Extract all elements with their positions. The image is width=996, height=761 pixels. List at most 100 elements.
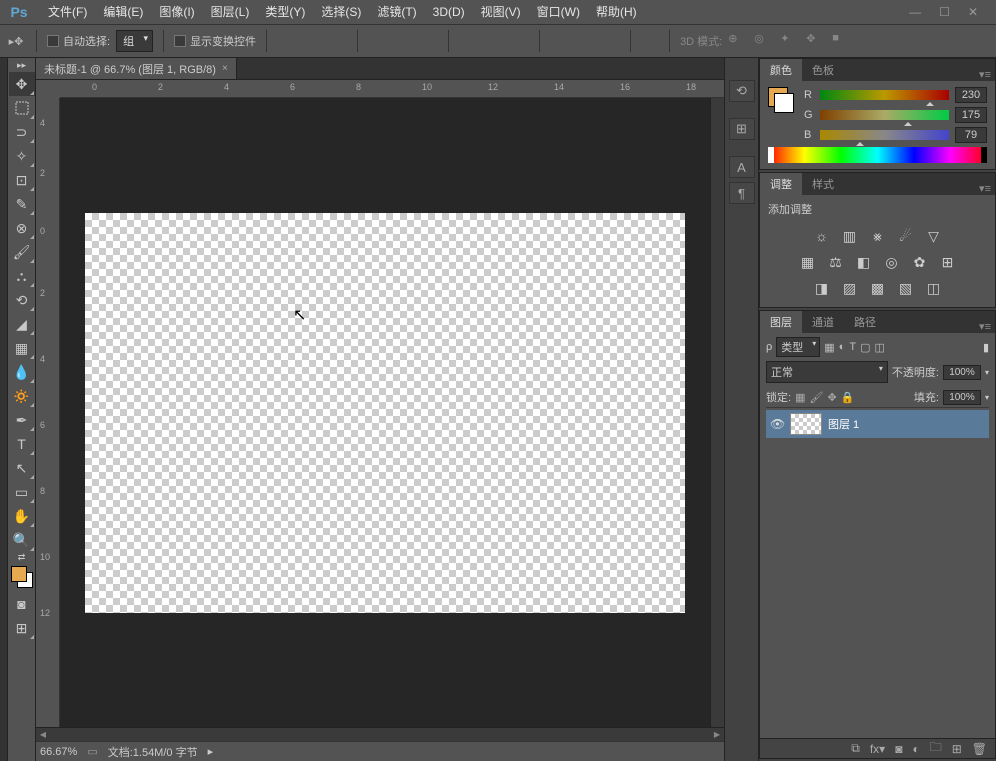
color-spectrum[interactable] xyxy=(768,147,987,163)
shape-tool[interactable]: ▭ xyxy=(9,480,35,504)
maximize-icon[interactable]: ☐ xyxy=(939,5,950,19)
invert-icon[interactable]: ◨ xyxy=(813,279,831,297)
vibrance-icon[interactable]: ▽ xyxy=(925,227,943,245)
layer-thumbnail[interactable] xyxy=(790,413,822,435)
menu-view[interactable]: 视图(V) xyxy=(473,0,529,24)
pen-tool[interactable]: ✒ xyxy=(9,408,35,432)
lock-all-icon[interactable]: 🔒 xyxy=(841,391,855,404)
collapse-icon[interactable]: ▸▸ xyxy=(9,58,35,72)
hue-icon[interactable]: ▦ xyxy=(799,253,817,271)
adjustments-tab[interactable]: 调整 xyxy=(760,173,802,195)
filter-type-select[interactable]: 类型 xyxy=(776,337,820,357)
healing-brush-tool[interactable]: ⊗ xyxy=(9,216,35,240)
menu-image[interactable]: 图像(I) xyxy=(151,0,202,24)
color-swap-icon[interactable]: ⇄ xyxy=(9,552,35,562)
g-value[interactable]: 175 xyxy=(955,107,987,123)
filter-toggle-icon[interactable]: ▮ xyxy=(983,341,989,354)
r-value[interactable]: 230 xyxy=(955,87,987,103)
layer-name[interactable]: 图层 1 xyxy=(828,416,859,432)
g-slider[interactable] xyxy=(820,110,949,120)
history-brush-tool[interactable]: ⟲ xyxy=(9,288,35,312)
tool-dock-edge[interactable] xyxy=(0,58,8,761)
fill-dropdown-icon[interactable]: ▾ xyxy=(985,393,989,402)
close-icon[interactable]: ✕ xyxy=(968,5,978,19)
show-transform-check[interactable]: 显示变换控件 xyxy=(174,33,256,49)
link-layers-icon[interactable]: ⧉ xyxy=(851,741,860,756)
b-value[interactable]: 79 xyxy=(955,127,987,143)
layer-row[interactable]: 👁 图层 1 xyxy=(766,410,989,438)
character-panel-icon[interactable]: A xyxy=(729,156,755,178)
lock-position-icon[interactable]: ✥ xyxy=(827,391,836,404)
menu-file[interactable]: 文件(F) xyxy=(40,0,95,24)
menu-select[interactable]: 选择(S) xyxy=(313,0,369,24)
scrollbar-horizontal[interactable]: ◀ ▶ xyxy=(36,727,724,741)
layers-tab[interactable]: 图层 xyxy=(760,311,802,333)
checkbox-icon[interactable] xyxy=(174,35,186,47)
filter-type-icon[interactable]: T xyxy=(849,341,856,354)
hand-tool[interactable]: ✋ xyxy=(9,504,35,528)
layer-mask-icon[interactable]: ◙ xyxy=(895,742,902,756)
threshold-icon[interactable]: ▩ xyxy=(869,279,887,297)
menu-layer[interactable]: 图层(L) xyxy=(203,0,258,24)
tab-close-icon[interactable]: × xyxy=(222,63,228,74)
background-swatch[interactable] xyxy=(774,93,794,113)
doc-size-icon[interactable]: ▭ xyxy=(87,745,97,758)
panel-menu-icon[interactable]: ▾≡ xyxy=(975,182,995,195)
doc-info[interactable]: 文档:1.54M/0 字节 xyxy=(108,744,198,760)
minimize-icon[interactable]: — xyxy=(909,5,921,19)
photo-filter-icon[interactable]: ◎ xyxy=(883,253,901,271)
document-tab[interactable]: 未标题-1 @ 66.7% (图层 1, RGB/8) × xyxy=(36,58,237,79)
new-layer-icon[interactable]: ⊞ xyxy=(952,742,962,756)
status-flyout-icon[interactable]: ▸ xyxy=(208,745,214,758)
magic-wand-tool[interactable]: ✧ xyxy=(9,144,35,168)
visibility-toggle-icon[interactable]: 👁 xyxy=(770,417,784,431)
r-slider[interactable] xyxy=(820,90,949,100)
crop-tool[interactable]: ⊡ xyxy=(9,168,35,192)
checkbox-icon[interactable] xyxy=(47,35,59,47)
lasso-tool[interactable]: ⊃ xyxy=(9,120,35,144)
fill-value[interactable]: 100% xyxy=(943,390,981,405)
color-tab[interactable]: 颜色 xyxy=(760,59,802,81)
brush-tool[interactable]: 🖌 xyxy=(9,240,35,264)
quickmask-tool[interactable]: ◙ xyxy=(9,592,35,616)
opacity-value[interactable]: 100% xyxy=(943,365,981,380)
menu-3d[interactable]: 3D(D) xyxy=(425,0,473,24)
filter-pixel-icon[interactable]: ▦ xyxy=(824,341,834,354)
zoom-level[interactable]: 66.67% xyxy=(40,746,77,758)
marquee-tool[interactable] xyxy=(9,96,35,120)
color-swatches[interactable] xyxy=(768,87,794,113)
panel-menu-icon[interactable]: ▾≡ xyxy=(975,320,995,333)
menu-help[interactable]: 帮助(H) xyxy=(588,0,645,24)
selective-color-icon[interactable]: ◫ xyxy=(925,279,943,297)
move-tool[interactable]: ✥ xyxy=(9,72,35,96)
path-select-tool[interactable]: ↖ xyxy=(9,456,35,480)
auto-select-check[interactable]: 自动选择: xyxy=(47,33,110,49)
channel-mixer-icon[interactable]: ✿ xyxy=(911,253,929,271)
swatches-tab[interactable]: 色板 xyxy=(802,59,844,81)
b-slider[interactable] xyxy=(820,130,949,140)
blend-mode-select[interactable]: 正常 xyxy=(766,361,888,383)
canvas-viewport[interactable]: ↖ xyxy=(60,98,710,727)
type-tool[interactable]: T xyxy=(9,432,35,456)
bw-icon[interactable]: ◧ xyxy=(855,253,873,271)
curves-icon[interactable]: ⨳ xyxy=(869,227,887,245)
brightness-icon[interactable]: ☼ xyxy=(813,227,831,245)
menu-edit[interactable]: 编辑(E) xyxy=(95,0,151,24)
scroll-right-icon[interactable]: ▶ xyxy=(710,728,724,742)
clone-stamp-tool[interactable]: ⛬ xyxy=(9,264,35,288)
levels-icon[interactable]: ▥ xyxy=(841,227,859,245)
paragraph-panel-icon[interactable]: ¶ xyxy=(729,182,755,204)
filter-smart-icon[interactable]: ◫ xyxy=(874,341,884,354)
gradient-tool[interactable]: ▦ xyxy=(9,336,35,360)
filter-shape-icon[interactable]: ▢ xyxy=(860,341,870,354)
screenmode-tool[interactable]: ⊞ xyxy=(9,616,35,640)
gradient-map-icon[interactable]: ▧ xyxy=(897,279,915,297)
layer-list[interactable]: 👁 图层 1 xyxy=(766,410,989,734)
adjustment-layer-icon[interactable]: ◐ xyxy=(912,742,919,756)
foreground-swatch[interactable] xyxy=(11,566,27,582)
ruler-horizontal[interactable]: 0 2 4 6 8 10 12 14 16 18 xyxy=(60,80,724,98)
paths-tab[interactable]: 路径 xyxy=(844,311,886,333)
styles-tab[interactable]: 样式 xyxy=(802,173,844,195)
eyedropper-tool[interactable]: ✎ xyxy=(9,192,35,216)
balance-icon[interactable]: ⚖ xyxy=(827,253,845,271)
